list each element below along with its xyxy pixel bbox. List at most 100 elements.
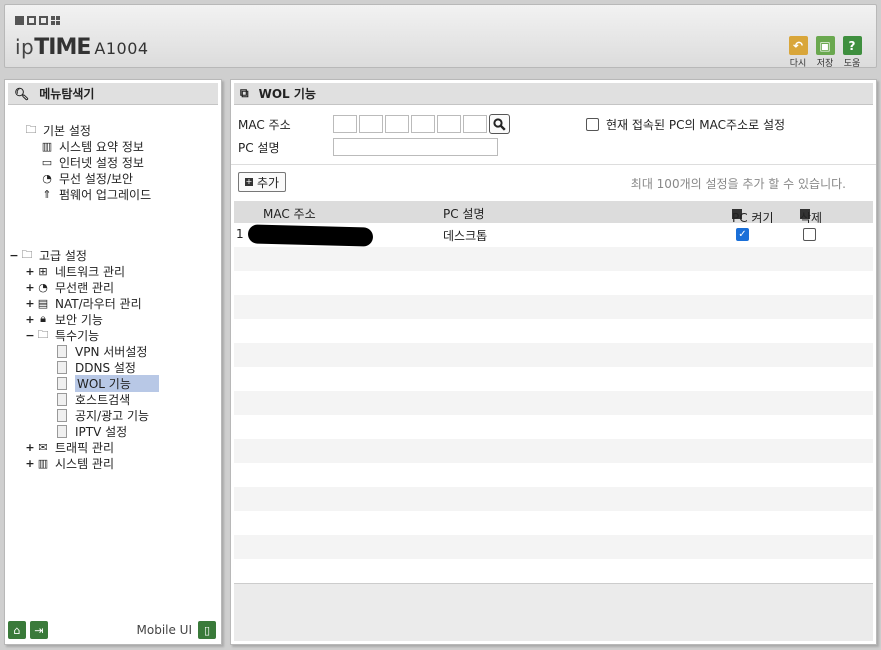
add-label: 추가 — [257, 175, 280, 190]
brand-logo: ipTIME A1004 — [15, 35, 149, 60]
tree-basic-settings[interactable]: 🗀 기본 설정 — [23, 122, 91, 138]
save-button[interactable]: ▣ 저장 — [813, 36, 837, 69]
logo-square — [27, 16, 36, 25]
add-button[interactable]: + 추가 — [238, 172, 287, 192]
save-label: 저장 — [816, 59, 834, 69]
main-header: ⧉ WOL 기능 — [234, 83, 873, 105]
current-pc-option[interactable]: 현재 접속된 PC의 MAC주소로 설정 — [586, 116, 785, 133]
table-footer — [234, 583, 873, 641]
pc-on-checkbox[interactable]: ✓ — [736, 228, 749, 241]
table-row — [234, 295, 873, 319]
tree-item-firmware-upgrade[interactable]: ⇑ 펌웨어 업그레이드 — [39, 186, 151, 202]
table-row — [234, 535, 873, 559]
tree-label: 인터넷 설정 정보 — [59, 155, 144, 170]
tree-label: WOL 기능 — [75, 374, 159, 392]
network-icon: ⊞ — [38, 264, 48, 278]
menu-explorer: 🔍︎ 메뉴탐색기 🗀 기본 설정 ▥ 시스템 요약 정보 ▭ 인터넷 설정 정보… — [4, 79, 222, 645]
search-button[interactable] — [489, 114, 510, 134]
mac-octet-input[interactable] — [385, 115, 409, 133]
traffic-icon: ✉ — [38, 440, 48, 454]
tree-item-nat-router[interactable]: + ▤ NAT/라우터 관리 — [25, 295, 142, 311]
tree-label: 네트워크 관리 — [55, 264, 126, 279]
tree-item-iptv[interactable]: IPTV 설정 — [57, 423, 127, 439]
main-panel: ⧉ WOL 기능 MAC 주소 현재 접속된 PC의 MAC주소로 설정 PC … — [230, 79, 877, 645]
collapse-toggle[interactable]: − — [25, 329, 35, 342]
folder-icon: 🗀 — [37, 327, 49, 341]
expand-toggle[interactable]: + — [25, 457, 35, 470]
tree-item-special[interactable]: − 🗀 특수기능 — [25, 327, 99, 343]
tree-item-system-summary[interactable]: ▥ 시스템 요약 정보 — [39, 138, 144, 154]
brand-ip: ip — [15, 35, 35, 59]
mac-octet-input[interactable] — [359, 115, 383, 133]
brand-time: TIME — [34, 35, 91, 60]
mac-label: MAC 주소 — [238, 117, 291, 132]
tree-label: 무선 설정/보안 — [59, 171, 134, 186]
table-row — [234, 487, 873, 511]
mac-octet-input[interactable] — [437, 115, 461, 133]
logo-squares — [15, 16, 60, 25]
page-title: WOL 기능 — [258, 87, 316, 101]
current-pc-checkbox[interactable] — [586, 118, 599, 131]
help-button[interactable]: ? 도움 — [840, 36, 864, 69]
divider — [231, 164, 876, 165]
expand-toggle[interactable]: + — [25, 281, 35, 294]
tree-item-notice-ad[interactable]: 공지/광고 기능 — [57, 407, 149, 423]
mac-octet-input[interactable] — [463, 115, 487, 133]
tree-item-vpn[interactable]: VPN 서버설정 — [57, 343, 147, 359]
desc-label: PC 설명 — [238, 140, 280, 155]
mobile-icon[interactable]: ▯ — [198, 621, 216, 639]
expand-toggle[interactable]: + — [25, 265, 35, 278]
tree-advanced-settings[interactable]: − 🗀 고급 설정 — [9, 247, 87, 263]
undo-label: 다시 — [789, 59, 807, 69]
tree-item-network[interactable]: + ⊞ 네트워크 관리 — [25, 263, 125, 279]
folder-icon: 🗀 — [21, 247, 33, 261]
tree-item-system[interactable]: + ▥ 시스템 관리 — [25, 455, 114, 471]
tree-label: 트래픽 관리 — [55, 440, 115, 455]
tree-item-internet-info[interactable]: ▭ 인터넷 설정 정보 — [39, 154, 144, 170]
sidebar-footer: ⌂ ⇥ Mobile UI ▯ — [8, 619, 218, 641]
tree-label: NAT/라우터 관리 — [55, 296, 142, 311]
table-row — [234, 415, 873, 439]
logout-icon[interactable]: ⇥ — [30, 621, 48, 639]
table-row — [234, 463, 873, 487]
page-icon — [57, 392, 67, 406]
expand-toggle[interactable]: + — [25, 441, 35, 454]
row-desc: 데스크톱 — [443, 229, 488, 243]
row-index: 1 — [236, 227, 244, 241]
expand-toggle[interactable]: + — [25, 313, 35, 326]
upgrade-icon: ⇑ — [42, 187, 52, 201]
tree-label: IPTV 설정 — [75, 424, 128, 439]
tree-item-traffic[interactable]: + ✉ 트래픽 관리 — [25, 439, 114, 455]
home-icon[interactable]: ⌂ — [8, 621, 26, 639]
tree-label: 무선랜 관리 — [55, 280, 115, 295]
pc-desc-input[interactable] — [333, 138, 498, 156]
sidebar-title: 메뉴탐색기 — [39, 87, 95, 101]
mac-octet-input[interactable] — [411, 115, 435, 133]
table-row — [234, 439, 873, 463]
chart-icon: ▥ — [37, 456, 49, 470]
tree-item-wlan[interactable]: + ◔ 무선랜 관리 — [25, 279, 114, 295]
table-row — [234, 511, 873, 535]
tree-label: DDNS 설정 — [75, 360, 136, 375]
logo-square — [39, 16, 48, 25]
help-label: 도움 — [843, 59, 861, 69]
monitor-icon: ▭ — [41, 155, 53, 169]
table-row — [234, 271, 873, 295]
expand-toggle[interactable]: + — [25, 297, 35, 310]
tree-item-ddns[interactable]: DDNS 설정 — [57, 359, 136, 375]
tree-item-host-search[interactable]: 호스트검색 — [57, 391, 130, 407]
tree-label: 특수기능 — [55, 328, 100, 343]
tree-item-wireless-security[interactable]: ◔ 무선 설정/보안 — [39, 170, 133, 186]
sidebar-header: 🔍︎ 메뉴탐색기 — [8, 83, 218, 105]
tree-item-wol[interactable]: WOL 기능 — [57, 374, 159, 392]
table-row: 1 데스크톱 ✓ — [234, 223, 873, 247]
table-body: 1 데스크톱 ✓ — [231, 223, 876, 583]
delete-checkbox[interactable] — [803, 228, 816, 241]
limit-text: 최대 100개의 설정을 추가 할 수 있습니다. — [630, 177, 846, 191]
undo-button[interactable]: ↶ 다시 — [786, 36, 810, 69]
table-row — [234, 367, 873, 391]
mobile-ui-link[interactable]: Mobile UI — [137, 623, 193, 637]
mac-octet-input[interactable] — [333, 115, 357, 133]
tree-label: 펌웨어 업그레이드 — [59, 187, 152, 202]
collapse-toggle[interactable]: − — [9, 249, 19, 262]
